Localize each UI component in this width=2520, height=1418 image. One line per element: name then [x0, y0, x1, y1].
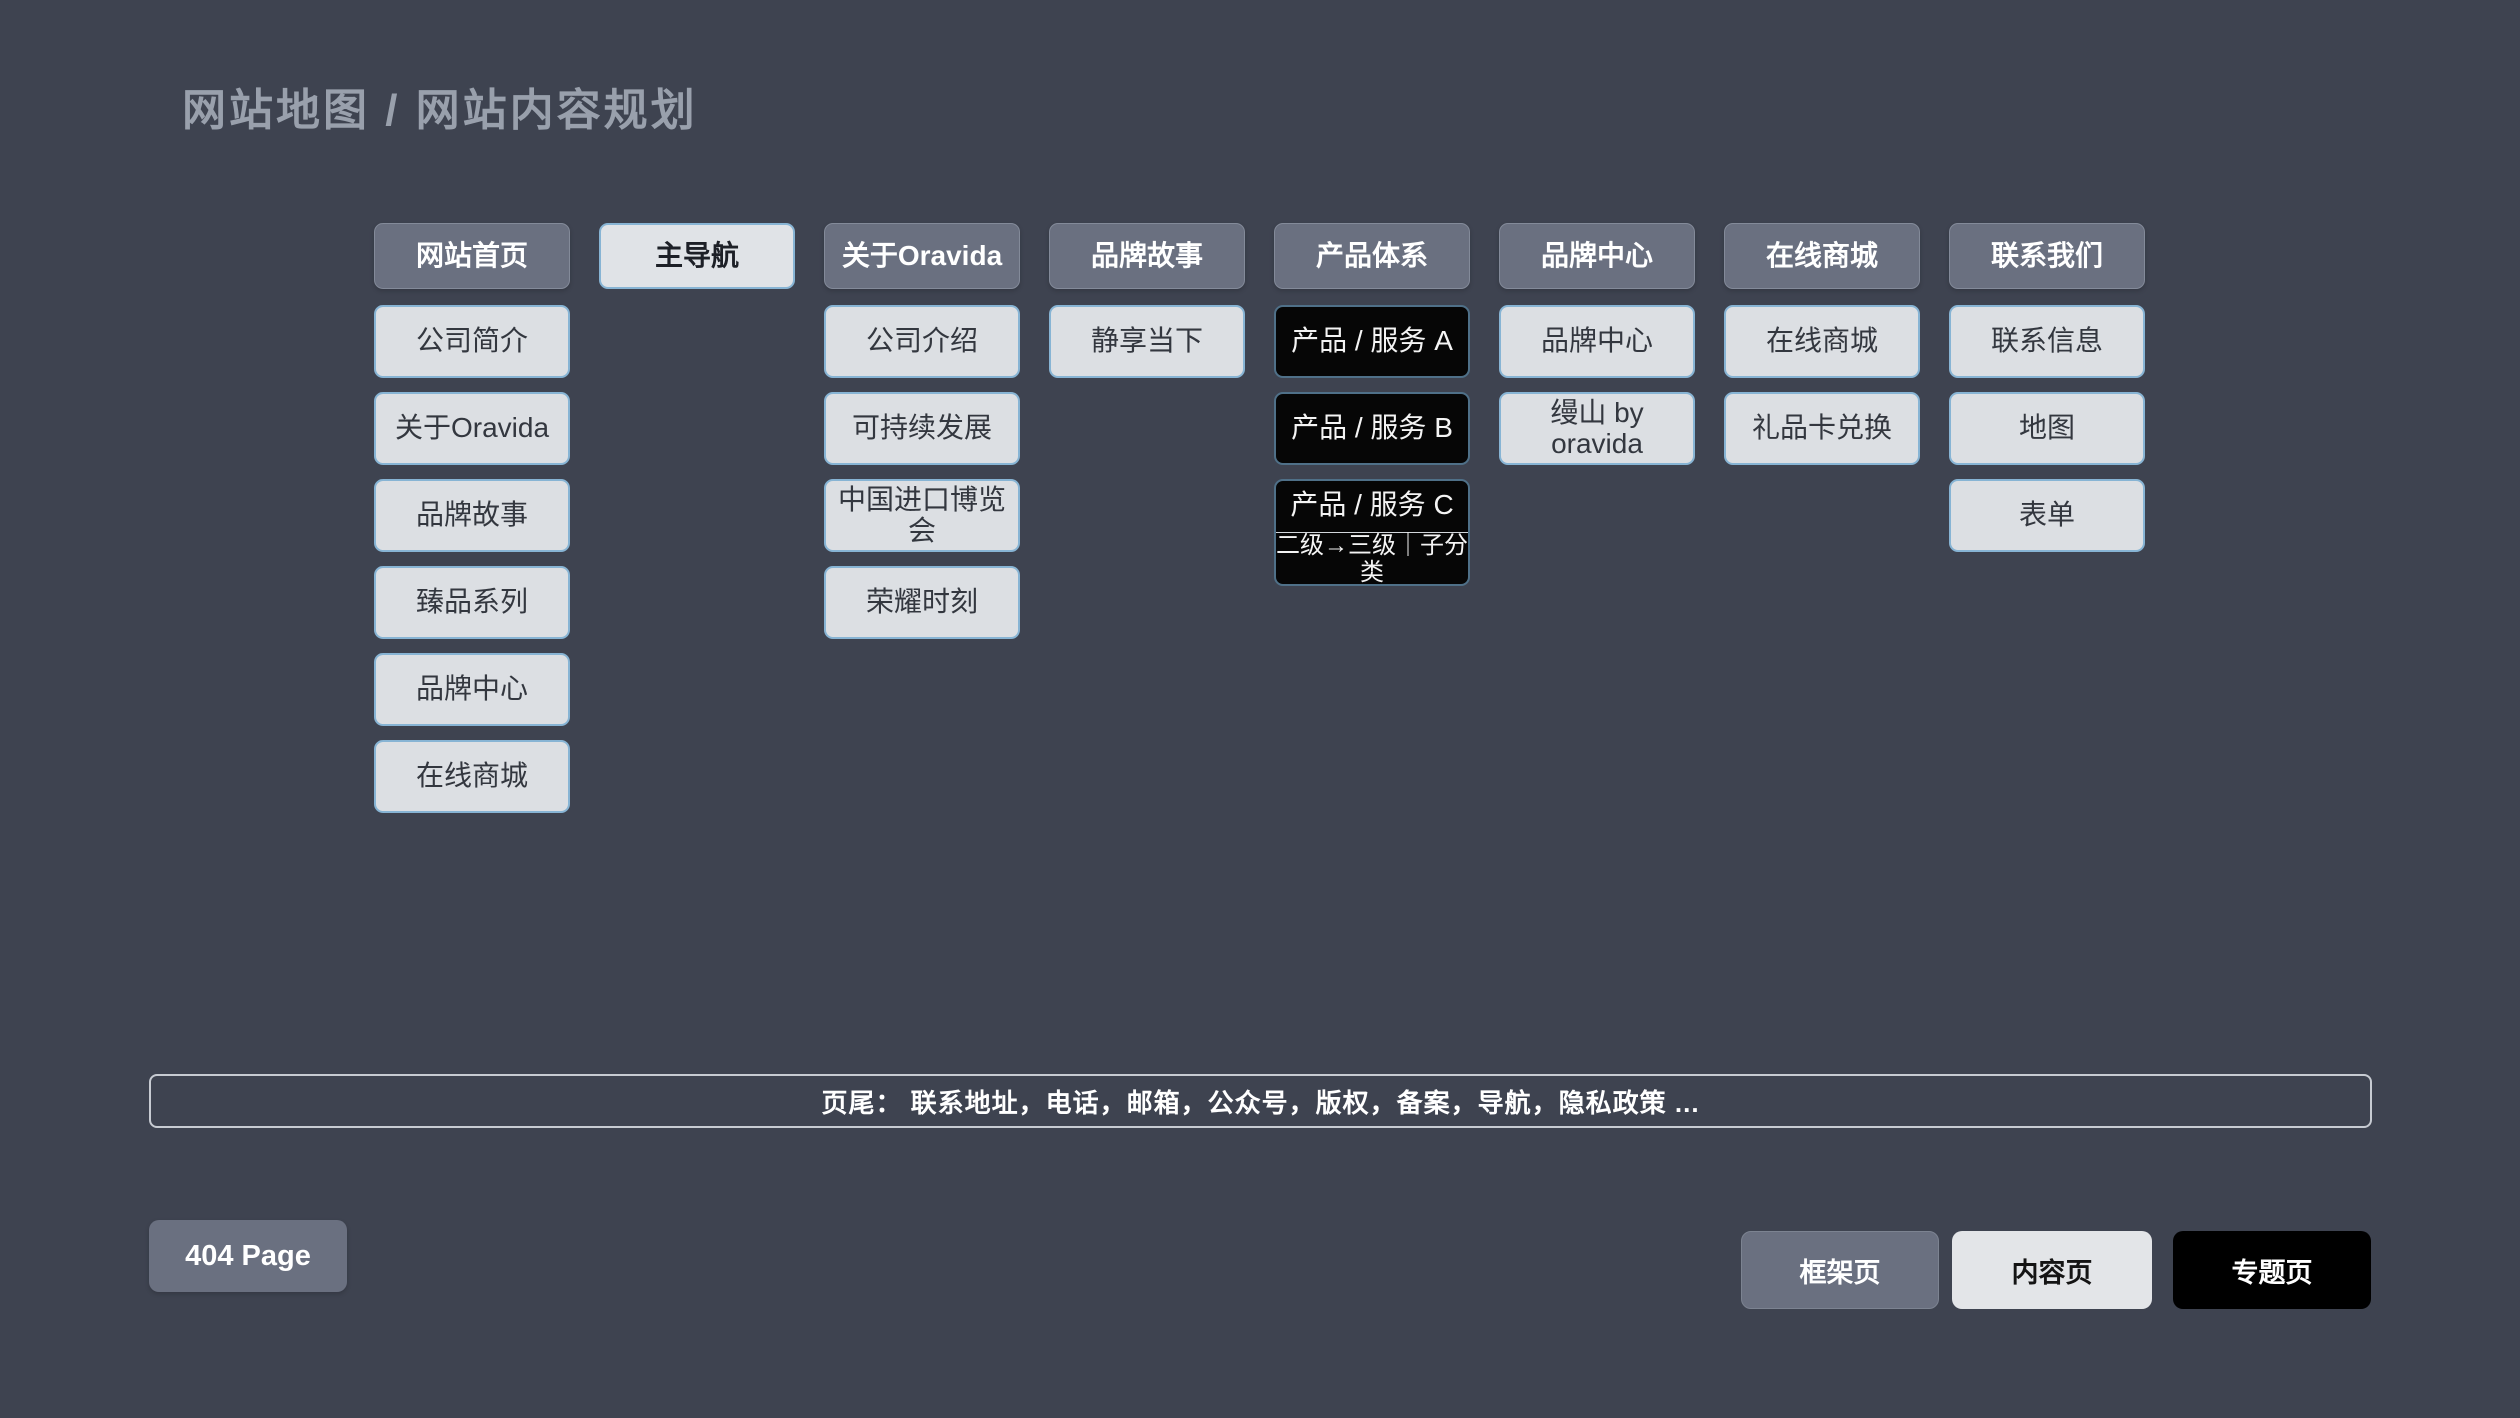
sitemap-node[interactable]: 联系信息 — [1949, 305, 2145, 378]
column-header-node[interactable]: 联系我们 — [1949, 223, 2145, 289]
column-header-node[interactable]: 网站首页 — [374, 223, 570, 289]
column-header-node[interactable]: 关于Oravida — [824, 223, 1020, 289]
sitemap-node[interactable]: 地图 — [1949, 392, 2145, 465]
sitemap-column-5: 产品体系产品 / 服务 A 产品 / 服务 B 产品 / 服务 C二级→三级｜子分类 — [1274, 223, 1470, 827]
legend-frame-page-button[interactable]: 框架页 — [1741, 1231, 1939, 1309]
sitemap-column-4: 品牌故事静享当下 — [1049, 223, 1245, 827]
sitemap-column-7: 在线商城在线商城礼品卡兑换 — [1724, 223, 1920, 827]
sitemap-column-2: 主导航 — [599, 223, 795, 827]
sitemap-node[interactable]: 产品 / 服务 C二级→三级｜子分类 — [1274, 479, 1470, 586]
legend-special-page-button[interactable]: 专题页 — [2173, 1231, 2371, 1309]
page-title: 网站地图 / 网站内容规划 — [182, 74, 698, 138]
column-header-node[interactable]: 品牌中心 — [1499, 223, 1695, 289]
sitemap-node-sublabel: 二级→三级｜子分类 — [1276, 532, 1468, 586]
sitemap-node[interactable]: 公司介绍 — [824, 305, 1020, 378]
sitemap-node[interactable]: 缦山 by oravida — [1499, 392, 1695, 465]
sitemap-node[interactable]: 在线商城 — [1724, 305, 1920, 378]
sitemap-column-1: 网站首页公司简介关于Oravida 品牌故事臻品系列品牌中心在线商城 — [374, 223, 570, 827]
sitemap-node[interactable]: 臻品系列 — [374, 566, 570, 639]
sitemap-node[interactable]: 产品 / 服务 A — [1274, 305, 1470, 378]
legend-content-page-button[interactable]: 内容页 — [1952, 1231, 2152, 1309]
column-header-node[interactable]: 主导航 — [599, 223, 795, 289]
sitemap-node[interactable]: 荣耀时刻 — [824, 566, 1020, 639]
sitemap-node[interactable]: 品牌中心 — [1499, 305, 1695, 378]
sitemap-node[interactable]: 品牌中心 — [374, 653, 570, 726]
column-header-node[interactable]: 在线商城 — [1724, 223, 1920, 289]
sitemap-column-6: 品牌中心品牌中心缦山 by oravida — [1499, 223, 1695, 827]
column-header-node[interactable]: 产品体系 — [1274, 223, 1470, 289]
column-header-node[interactable]: 品牌故事 — [1049, 223, 1245, 289]
sitemap-node[interactable]: 品牌故事 — [374, 479, 570, 552]
sitemap-node[interactable]: 礼品卡兑换 — [1724, 392, 1920, 465]
sitemap-node[interactable]: 公司简介 — [374, 305, 570, 378]
footer-node[interactable]: 页尾： 联系地址，电话，邮箱，公众号，版权，备案，导航，隐私政策 ... — [149, 1074, 2372, 1128]
sitemap-node[interactable]: 静享当下 — [1049, 305, 1245, 378]
sitemap-grid: 网站首页公司简介关于Oravida品牌故事臻品系列品牌中心在线商城主导航关于Or… — [374, 223, 2145, 827]
sitemap-node[interactable]: 可持续发展 — [824, 392, 1020, 465]
sitemap-node[interactable]: 产品 / 服务 B — [1274, 392, 1470, 465]
sitemap-node[interactable]: 在线商城 — [374, 740, 570, 813]
sitemap-node[interactable]: 关于Oravida — [374, 392, 570, 465]
sitemap-column-3: 关于Oravida 公司介绍可持续发展中国进口博览会荣耀时刻 — [824, 223, 1020, 827]
sitemap-node[interactable]: 中国进口博览会 — [824, 479, 1020, 552]
page-404-node[interactable]: 404 Page — [149, 1220, 347, 1292]
sitemap-column-8: 联系我们联系信息地图表单 — [1949, 223, 2145, 827]
sitemap-node[interactable]: 表单 — [1949, 479, 2145, 552]
sitemap-node-label: 产品 / 服务 C — [1276, 479, 1468, 532]
